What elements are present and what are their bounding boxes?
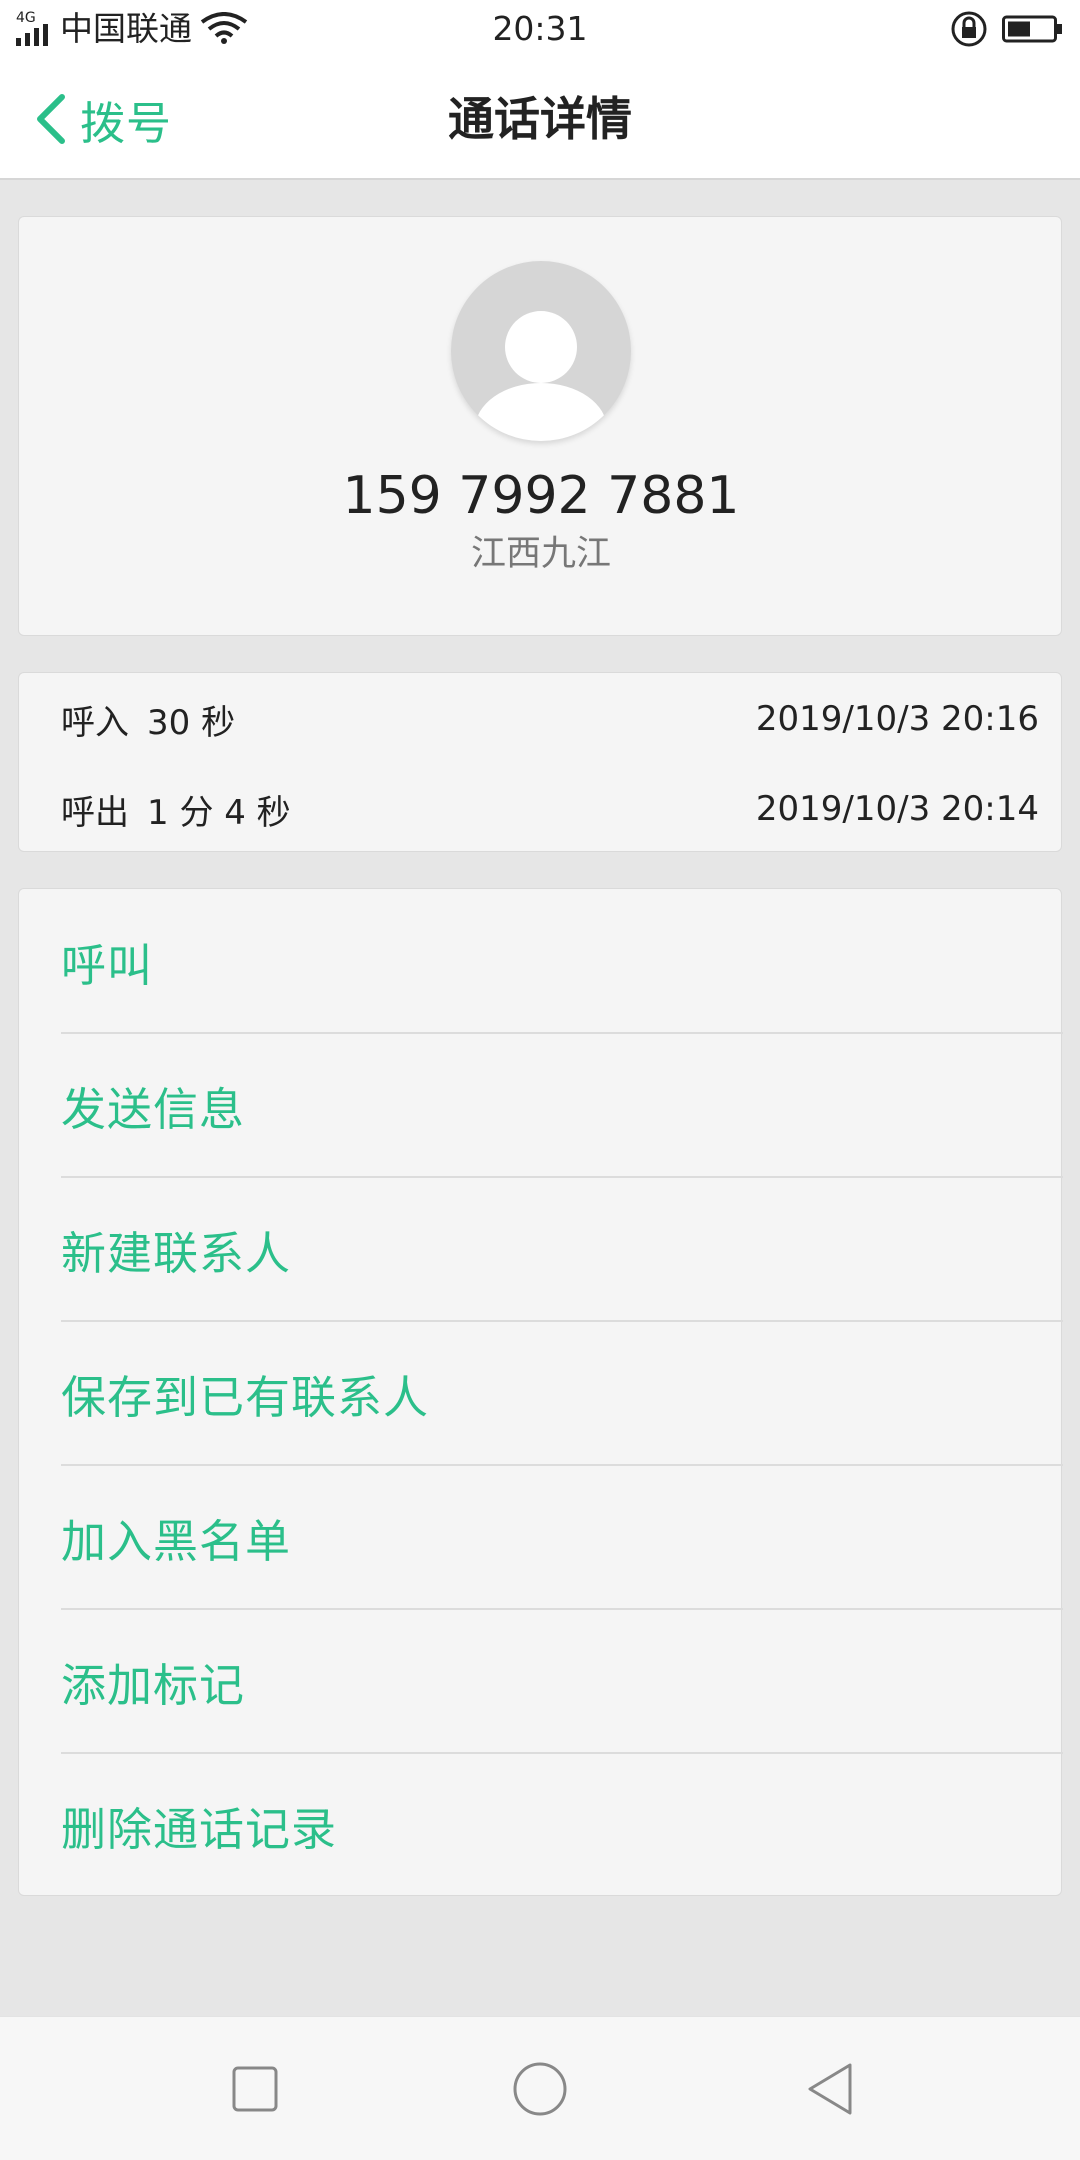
save-to-existing-contact-button[interactable]: 保存到已有联系人 <box>61 1321 1063 1465</box>
actions-card: 呼叫 发送信息 新建联系人 保存到已有联系人 加入黑名单 添加标记 删除通话记录 <box>18 888 1063 1897</box>
battery-icon <box>1002 15 1062 43</box>
back-nav-button[interactable] <box>790 2057 870 2121</box>
action-label: 呼叫 <box>61 938 154 992</box>
call-duration: 30 秒 <box>147 702 236 743</box>
new-contact-button[interactable]: 新建联系人 <box>61 1177 1063 1321</box>
phone-location: 江西九江 <box>470 534 611 574</box>
add-to-blacklist-button[interactable]: 加入黑名单 <box>61 1465 1063 1609</box>
square-icon <box>232 2066 278 2112</box>
rotation-lock-icon <box>951 11 987 47</box>
action-label: 加入黑名单 <box>61 1514 292 1568</box>
call-log-row: 呼入 30 秒 2019/10/3 20:16 <box>61 689 1039 749</box>
page-title: 通话详情 <box>448 92 632 146</box>
delete-call-log-button[interactable]: 删除通话记录 <box>61 1753 1063 1897</box>
call-type: 呼入 <box>61 702 129 743</box>
avatar <box>451 261 631 441</box>
call-duration: 1 分 4 秒 <box>147 792 291 833</box>
circle-icon <box>513 2062 567 2116</box>
nav-header: 拨号 通话详情 <box>0 58 1080 180</box>
clock: 20:31 <box>492 9 588 48</box>
person-placeholder-icon <box>475 311 607 441</box>
add-tag-button[interactable]: 添加标记 <box>61 1609 1063 1753</box>
system-nav-bar <box>0 2016 1080 2160</box>
contact-card: 159 7992 7881 江西九江 <box>18 216 1062 636</box>
action-label: 新建联系人 <box>61 1226 292 1280</box>
triangle-left-icon <box>808 2063 852 2115</box>
action-label: 发送信息 <box>61 1082 246 1136</box>
call-log-card: 呼入 30 秒 2019/10/3 20:16 呼出 1 分 4 秒 2019/… <box>18 672 1062 852</box>
call-button[interactable]: 呼叫 <box>61 889 1063 1033</box>
call-log-row: 呼出 1 分 4 秒 2019/10/3 20:14 <box>61 779 1039 839</box>
recent-apps-button[interactable] <box>215 2057 295 2121</box>
call-type: 呼出 <box>61 792 129 833</box>
action-label: 删除通话记录 <box>61 1802 338 1856</box>
status-bar: 4G 中国联通 20:31 <box>0 0 1080 58</box>
phone-number: 159 7992 7881 <box>342 466 740 526</box>
send-message-button[interactable]: 发送信息 <box>61 1033 1063 1177</box>
action-label: 添加标记 <box>61 1658 246 1712</box>
call-timestamp: 2019/10/3 20:16 <box>755 699 1039 739</box>
action-label: 保存到已有联系人 <box>61 1370 430 1424</box>
call-timestamp: 2019/10/3 20:14 <box>755 789 1039 829</box>
home-button[interactable] <box>500 2057 580 2121</box>
